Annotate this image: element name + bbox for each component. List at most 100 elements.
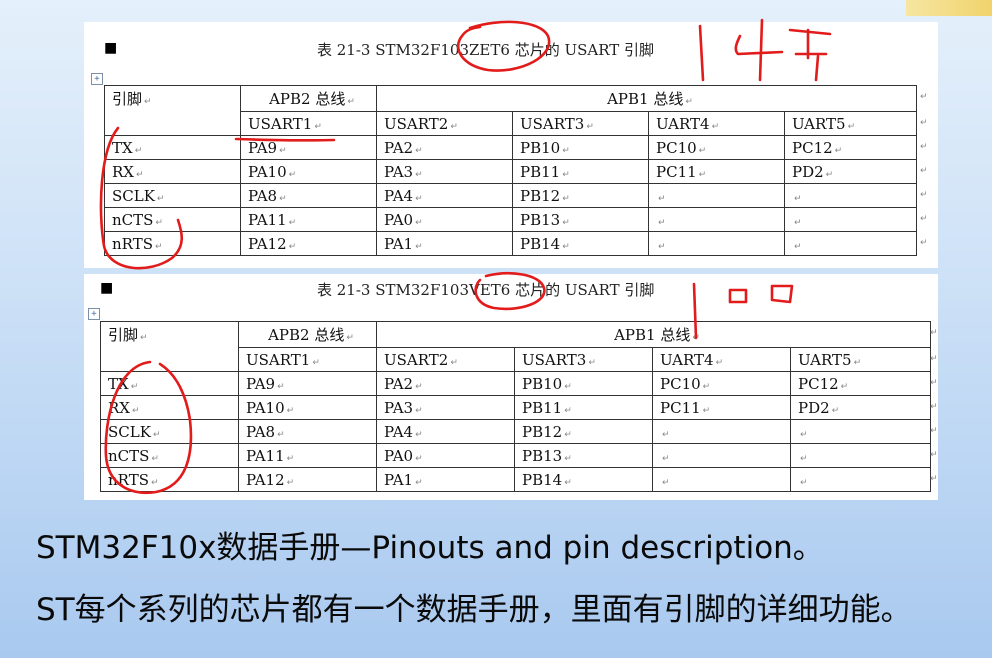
pin-table-zet6: 引脚 ↵ APB2 总线 ↵ APB1 总线 ↵ USART1 ↵ USART2 ↵ US… bbox=[104, 85, 917, 256]
pin-cell: PC11 ↵ bbox=[648, 159, 785, 184]
header-apb2: APB2 总线 ↵ bbox=[240, 85, 377, 112]
table1-caption: 表 21-3 STM32F103ZET6 芯片的 USART 引脚 bbox=[317, 41, 655, 59]
pin-cell: ↵ bbox=[790, 419, 931, 444]
table-row: nRTS ↵ PA12 ↵ PA1 ↵ PB14 ↵ ↵ ↵ bbox=[100, 467, 931, 492]
pin-cell: ↵ bbox=[652, 467, 791, 492]
pin-cell: PB13 ↵ bbox=[514, 443, 653, 468]
pin-cell: PB10 ↵ bbox=[512, 135, 649, 160]
col-header: USART1 ↵ bbox=[240, 111, 377, 136]
bullet-icon: ■ bbox=[104, 40, 118, 56]
row-end-mark: ↵ bbox=[920, 118, 928, 128]
pin-cell: ↵ bbox=[652, 419, 791, 444]
pin-cell: PB10 ↵ bbox=[514, 371, 653, 396]
table-row: RX ↵ PA10 ↵ PA3 ↵ PB11 ↵ PC11 ↵ PD2 ↵ bbox=[104, 159, 917, 184]
row-end-mark: ↵ bbox=[920, 214, 928, 224]
pin-cell: ↵ bbox=[648, 231, 785, 256]
row-end-mark: ↵ bbox=[920, 92, 928, 102]
col-header: UART4 ↵ bbox=[652, 347, 791, 372]
row-end-mark: ↵ bbox=[920, 238, 928, 248]
pin-cell: PA10 ↵ bbox=[238, 395, 377, 420]
pin-cell: PC12 ↵ bbox=[790, 371, 931, 396]
table-panel-zet6: ■ 表 21-3 STM32F103ZET6 芯片的 USART 引脚 + 引脚… bbox=[84, 22, 938, 268]
table-panel-vet6: ■ 表 21-3 STM32F103VET6 芯片的 USART 引脚 + 引脚… bbox=[84, 274, 938, 500]
pin-name: SCLK ↵ bbox=[104, 183, 241, 208]
pin-name: TX ↵ bbox=[100, 371, 239, 396]
pin-cell: PD2 ↵ bbox=[790, 395, 931, 420]
row-end-mark: ↵ bbox=[930, 402, 938, 412]
description-line-2: ST每个系列的芯片都有一个数据手册，里面有引脚的详细功能。 bbox=[36, 592, 912, 628]
pin-cell: PA3 ↵ bbox=[376, 159, 513, 184]
pin-name: TX ↵ bbox=[104, 135, 241, 160]
pin-name: nRTS ↵ bbox=[104, 231, 241, 256]
col-header: USART2 ↵ bbox=[376, 111, 513, 136]
pin-name: RX ↵ bbox=[104, 159, 241, 184]
pin-cell: ↵ bbox=[790, 443, 931, 468]
table-move-handle-icon[interactable]: + bbox=[88, 308, 100, 320]
row-end-mark: ↵ bbox=[930, 328, 938, 338]
table-row: TX ↵ PA9 ↵ PA2 ↵ PB10 ↵ PC10 ↵ PC12 ↵ bbox=[100, 371, 931, 396]
pin-cell: PA8 ↵ bbox=[240, 183, 377, 208]
table-row: SCLK ↵ PA8 ↵ PA4 ↵ PB12 ↵ ↵ ↵ bbox=[100, 419, 931, 444]
pin-cell: PD2 ↵ bbox=[784, 159, 917, 184]
header-apb1: APB1 总线 ↵ bbox=[376, 85, 917, 112]
pin-table-vet6: 引脚 ↵ APB2 总线 ↵ APB1 总线 ↵ USART1 ↵ USART2 ↵ US… bbox=[100, 321, 931, 492]
pin-cell: PB11 ↵ bbox=[512, 159, 649, 184]
pin-cell: PC12 ↵ bbox=[784, 135, 917, 160]
pin-cell: PC10 ↵ bbox=[648, 135, 785, 160]
row-end-mark: ↵ bbox=[920, 142, 928, 152]
table-row: RX ↵ PA10 ↵ PA3 ↵ PB11 ↵ PC11 ↵ PD2 ↵ bbox=[100, 395, 931, 420]
table-row: nRTS ↵ PA12 ↵ PA1 ↵ PB14 ↵ ↵ ↵ bbox=[104, 231, 917, 256]
pin-cell: PB14 ↵ bbox=[514, 467, 653, 492]
pin-name: RX ↵ bbox=[100, 395, 239, 420]
pin-cell: ↵ bbox=[648, 207, 785, 232]
header-apb2: APB2 总线 ↵ bbox=[238, 321, 377, 348]
description-line-1: STM32F10x数据手册—Pinouts and pin descriptio… bbox=[36, 530, 824, 566]
pin-cell: PA0 ↵ bbox=[376, 207, 513, 232]
pin-cell: PC10 ↵ bbox=[652, 371, 791, 396]
header-apb1: APB1 总线 ↵ bbox=[376, 321, 931, 348]
pin-cell: ↵ bbox=[784, 207, 917, 232]
pin-name: nCTS ↵ bbox=[104, 207, 241, 232]
pin-cell: PA1 ↵ bbox=[376, 231, 513, 256]
pin-name: nRTS ↵ bbox=[100, 467, 239, 492]
pin-cell: PA3 ↵ bbox=[376, 395, 515, 420]
table2-caption: 表 21-3 STM32F103VET6 芯片的 USART 引脚 bbox=[317, 281, 655, 299]
pin-cell: ↵ bbox=[784, 231, 917, 256]
pin-cell: PB11 ↵ bbox=[514, 395, 653, 420]
pin-cell: PA9 ↵ bbox=[238, 371, 377, 396]
bullet-icon: ■ bbox=[100, 280, 114, 296]
col-header: UART4 ↵ bbox=[648, 111, 785, 136]
pin-cell: PA0 ↵ bbox=[376, 443, 515, 468]
header-pin: 引脚 ↵ bbox=[104, 85, 241, 136]
pin-cell: PA4 ↵ bbox=[376, 419, 515, 444]
pin-cell: ↵ bbox=[652, 443, 791, 468]
pin-cell: PA12 ↵ bbox=[238, 467, 377, 492]
pin-cell: PC11 ↵ bbox=[652, 395, 791, 420]
col-header: USART3 ↵ bbox=[514, 347, 653, 372]
row-end-mark: ↵ bbox=[920, 166, 928, 176]
pin-cell: PB12 ↵ bbox=[514, 419, 653, 444]
pin-cell: PA8 ↵ bbox=[238, 419, 377, 444]
pin-cell: PB12 ↵ bbox=[512, 183, 649, 208]
table-row: SCLK ↵ PA8 ↵ PA4 ↵ PB12 ↵ ↵ ↵ bbox=[104, 183, 917, 208]
row-end-mark: ↵ bbox=[920, 190, 928, 200]
row-end-mark: ↵ bbox=[930, 378, 938, 388]
pin-cell: PB13 ↵ bbox=[512, 207, 649, 232]
table-move-handle-icon[interactable]: + bbox=[91, 73, 103, 85]
pin-cell: PA4 ↵ bbox=[376, 183, 513, 208]
col-header: USART1 ↵ bbox=[238, 347, 377, 372]
pin-cell: ↵ bbox=[784, 183, 917, 208]
col-header: UART5 ↵ bbox=[790, 347, 931, 372]
pin-cell: PA11 ↵ bbox=[240, 207, 377, 232]
table-row: nCTS ↵ PA11 ↵ PA0 ↵ PB13 ↵ ↵ ↵ bbox=[100, 443, 931, 468]
col-header: UART5 ↵ bbox=[784, 111, 917, 136]
pin-cell: PA12 ↵ bbox=[240, 231, 377, 256]
pin-cell: PA1 ↵ bbox=[376, 467, 515, 492]
table-row: nCTS ↵ PA11 ↵ PA0 ↵ PB13 ↵ ↵ ↵ bbox=[104, 207, 917, 232]
pin-name: SCLK ↵ bbox=[100, 419, 239, 444]
pin-name: nCTS ↵ bbox=[100, 443, 239, 468]
pin-cell: PB14 ↵ bbox=[512, 231, 649, 256]
pin-cell: ↵ bbox=[648, 183, 785, 208]
pin-cell: PA2 ↵ bbox=[376, 135, 513, 160]
corner-decoration bbox=[906, 0, 992, 16]
